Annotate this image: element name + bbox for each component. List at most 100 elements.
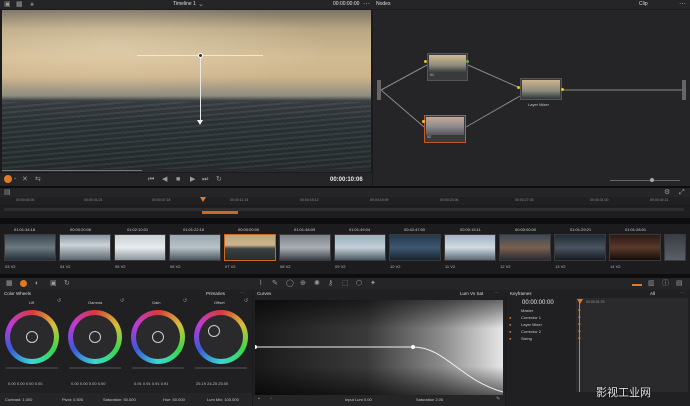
viewer-layout-icon[interactable]: ▣ [4,1,11,8]
clip-thumbnail[interactable] [279,234,331,261]
curves-toggle-icon[interactable]: ▪ [258,397,260,402]
motion-icon[interactable]: ↻ [64,280,70,287]
gamma-wheel[interactable] [68,310,122,364]
lift-reset-icon[interactable]: ↺ [57,299,61,304]
more-options-icon[interactable]: ⋯ [363,1,370,8]
offset-master-slider[interactable] [195,367,247,369]
camera-raw-icon[interactable]: ▦ [6,280,13,287]
fx-icon[interactable]: ✦ [370,280,376,287]
offset-wheel[interactable] [194,310,248,364]
node-02[interactable]: 02 [424,115,466,143]
curves-mode[interactable]: Lum Vs Sat [460,291,483,297]
node-zoom-handle[interactable] [650,178,654,182]
keyframe-toggle-icon[interactable]: ● [509,315,511,320]
timeline-ruler[interactable]: 00:00:00:00 00:00:01:21 00:00:07:18 00:0… [0,197,690,205]
offset-reset-icon[interactable]: ↺ [244,299,248,304]
contrast-value[interactable]: Contrast: 1.000 [5,398,32,402]
widget-center-handle[interactable] [198,53,203,58]
clip-thumbnail[interactable] [609,234,661,261]
node-02-input-dot[interactable] [422,120,425,123]
keyframe-row-sizing[interactable]: Sizing [521,336,532,341]
window-icon[interactable]: ◯ [286,280,294,287]
gain-reset-icon[interactable]: ↺ [183,299,187,304]
go-to-start-icon[interactable]: ⏮ [148,176,154,183]
curves-menu-icon[interactable]: ⋯ [494,291,499,296]
saturation-value[interactable]: Saturation: 50.000 [103,398,136,402]
wheel-mode[interactable]: Primaries [206,291,225,297]
play-icon[interactable]: ▶ [190,176,195,183]
clip-thumbnail[interactable] [169,234,221,261]
clip-thumbnail[interactable] [554,234,606,261]
timeline-fullscreen-icon[interactable]: ⤢ [679,189,685,196]
clip-thumbnail[interactable] [4,234,56,261]
timeline-track[interactable] [0,206,690,218]
key-icon[interactable]: ⚷ [328,280,333,287]
viewer-image[interactable] [2,10,371,169]
go-to-end-icon[interactable]: ⏭ [202,176,208,183]
stop-icon[interactable]: ■ [176,176,180,183]
window-widget-v-line[interactable] [200,55,201,123]
timeline-settings-icon[interactable]: ⚙ [664,189,670,196]
clip-thumbnail-active[interactable] [224,234,276,261]
keyframes-menu-icon[interactable]: ⋯ [680,291,685,296]
keyframe-row-master[interactable]: Master [521,308,533,313]
eyedropper-icon[interactable]: ✎ [496,397,500,402]
curve-point[interactable] [255,345,257,349]
keyframe-toggle-icon[interactable]: ● [509,336,511,341]
info-icon[interactable]: ⓘ [662,280,669,287]
color-wheels-tab-icon[interactable] [20,280,27,287]
qualifier-icon[interactable]: ✎ [272,280,278,287]
wheels-menu-icon[interactable]: ⋯ [240,291,245,296]
keyframes-filter[interactable]: All [650,291,655,297]
clip-thumbnail[interactable] [444,234,496,261]
gamma-reset-icon[interactable]: ↺ [120,299,124,304]
lift-master-slider[interactable] [6,367,58,369]
widget-arrow-handle[interactable] [197,120,203,125]
clip-thumbnail[interactable] [499,234,551,261]
input-lum-value[interactable]: Input Lum 0.00 [345,398,372,402]
node-01-output-dot[interactable] [466,60,469,63]
color-picker-icon[interactable] [4,175,12,183]
loop-icon[interactable]: ↻ [216,176,222,183]
node-01[interactable]: 01 [427,53,468,81]
mixer-input-dot[interactable] [517,86,520,89]
layer-mixer-node[interactable] [520,78,562,100]
clip-mode[interactable]: Clip [639,2,648,7]
gain-master-slider[interactable] [132,367,184,369]
keyframe-marker[interactable]: ◆ [578,329,581,333]
gamma-master-slider[interactable] [69,367,121,369]
nodes-menu-icon[interactable]: ⋯ [679,1,686,8]
clip-thumbnail[interactable] [389,234,441,261]
clip-thumbnail[interactable] [334,234,386,261]
scopes-icon[interactable]: ▥ [648,280,655,287]
keyframe-track-area[interactable] [576,298,688,392]
curves-reset-icon[interactable]: ▫ [270,397,272,402]
keyframe-row-layer-mixer[interactable]: Layer Mixer [521,322,542,327]
blur-icon[interactable]: ✺ [314,280,320,287]
keyframe-marker[interactable]: ◆ [578,308,581,312]
curves-saturation-value[interactable]: Saturation 2.00 [416,398,443,402]
keyframe-marker[interactable]: ◆ [578,336,581,340]
clip-thumbnail[interactable] [664,234,686,261]
tracker-icon[interactable]: ⊕ [300,280,306,287]
keyframe-row-corrector-2[interactable]: Corrector 2 [521,329,541,334]
picker-dropdown-icon[interactable]: ⌄ [13,176,17,181]
split-icon[interactable]: ✕ [22,176,28,183]
sizing-icon[interactable]: ⬚ [342,280,349,287]
keyframe-row-corrector-1[interactable]: Corrector 1 [521,315,541,320]
loop-toggle-icon[interactable]: ⇆ [35,176,41,183]
timeline-dropdown-icon[interactable]: ⌄ [198,1,204,8]
clip-thumbnail[interactable] [114,234,166,261]
lum-mix-value[interactable]: Lum Mix: 100.000 [207,398,239,402]
keyframe-toggle-icon[interactable]: ● [509,329,511,334]
keyframe-marker[interactable]: ◆ [578,322,581,326]
keyframe-marker[interactable]: ◆ [578,315,581,319]
playhead-marker[interactable] [200,197,206,202]
timeline-name[interactable]: Timeline 1 [173,2,196,7]
keyframe-playhead[interactable] [577,299,583,304]
timeline-view-icon[interactable]: ▤ [4,189,11,196]
keyframe-toggle-icon[interactable]: ● [509,322,511,327]
keyframes-tab-icon[interactable] [632,281,642,286]
lightbox-icon[interactable]: ▤ [676,280,683,287]
curve-point[interactable] [411,345,415,349]
